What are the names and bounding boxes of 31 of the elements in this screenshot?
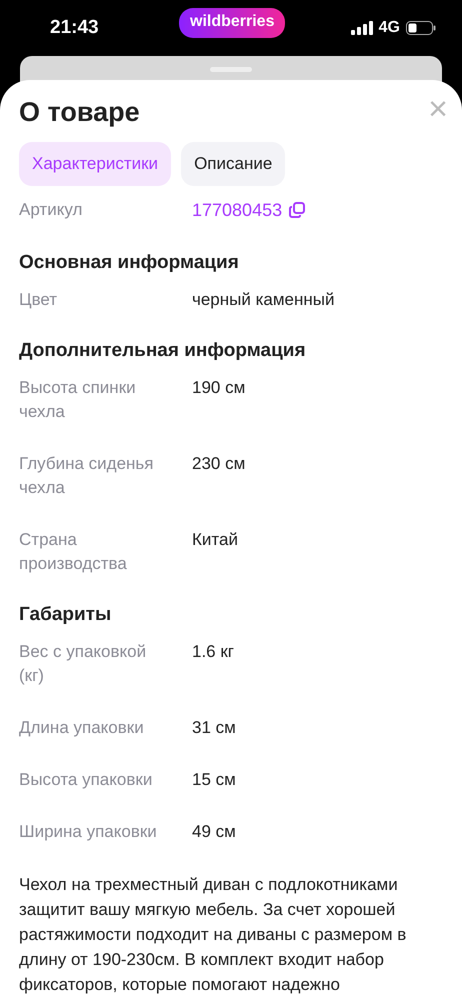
field-label: Высота спинки чехла bbox=[19, 377, 137, 423]
signal-icon bbox=[350, 21, 373, 35]
field-value: черный каменный bbox=[192, 289, 336, 311]
field-value: 230 см bbox=[192, 453, 246, 475]
field-value: 31 см bbox=[192, 717, 237, 739]
app-badge: wildberries bbox=[179, 8, 286, 38]
section-heading: Габариты bbox=[19, 604, 112, 626]
clock-time: 21:43 bbox=[50, 17, 99, 39]
sheet-title: О товаре bbox=[19, 96, 140, 128]
field-value: 15 см bbox=[192, 769, 237, 791]
tab[interactable]: Описание bbox=[181, 142, 286, 186]
field-value: 49 см bbox=[192, 821, 237, 843]
tab[interactable]: Характеристики bbox=[19, 142, 172, 186]
field-label: Высота упаковки bbox=[19, 769, 154, 791]
field-value: Китай bbox=[192, 529, 239, 551]
battery-icon bbox=[406, 21, 436, 35]
field-label: Артикул bbox=[19, 199, 84, 221]
section-heading: Дополнительная информация bbox=[19, 340, 307, 362]
field-value: 1.6 кг bbox=[192, 641, 235, 663]
section-heading: Основная информация bbox=[19, 252, 240, 274]
description-text: Чехол на трехместный диван с подлокотниками защитит вашу мягкую мебель. За счет хорошей растяжимости подходит на диваны с размером в длину от 190-230см. В комплект входит набор фиксаторов, которые помогают надежно bbox=[19, 874, 408, 996]
article-number[interactable]: 177080453 bbox=[192, 198, 282, 222]
field-label: Длина упаковки bbox=[19, 717, 145, 739]
field-label: Глубина сиденья чехла bbox=[19, 453, 154, 499]
copy-icon[interactable] bbox=[288, 201, 306, 219]
field-label: Цвет bbox=[19, 289, 58, 311]
field-label: Вес с упаковкой (кг) bbox=[19, 641, 148, 687]
field-label: Ширина упаковки bbox=[19, 821, 158, 843]
field-label: Страна производства bbox=[19, 529, 128, 575]
network-label: 4G bbox=[378, 19, 400, 37]
field-value: 190 см bbox=[192, 377, 246, 399]
